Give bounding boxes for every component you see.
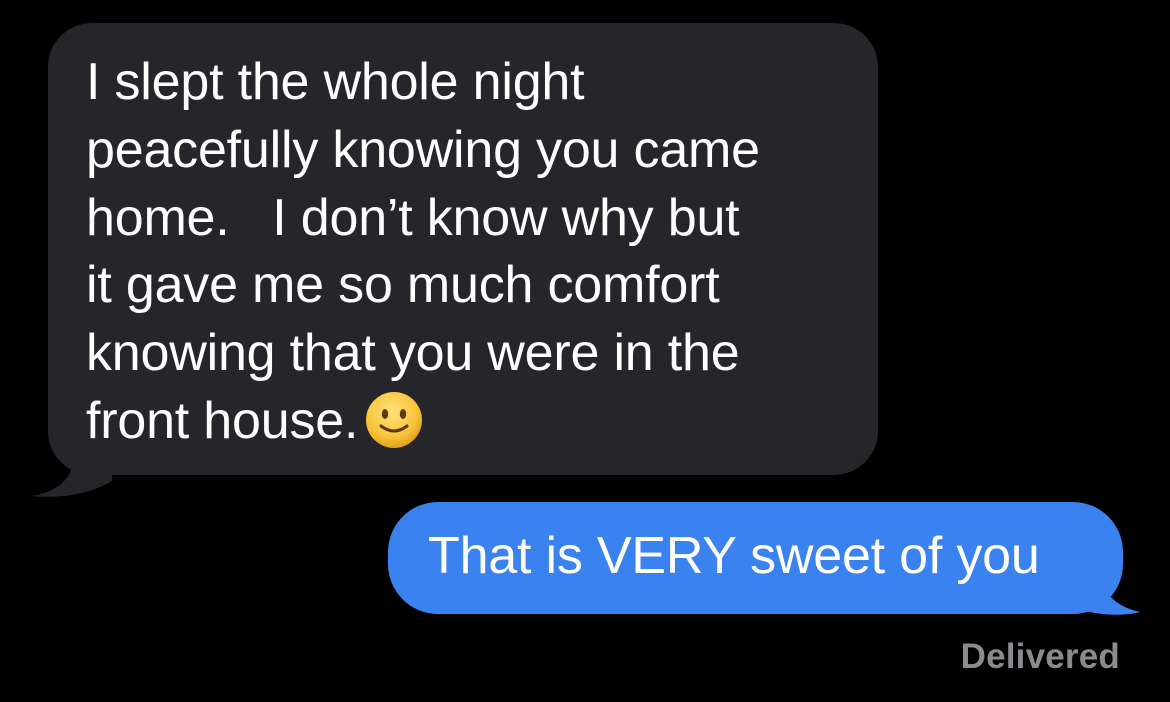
delivered-status: Delivered — [960, 637, 1120, 676]
outgoing-bubble: That is VERY sweet of you — [388, 502, 1123, 614]
incoming-line-6: front house. — [86, 388, 848, 456]
incoming-line-2: peacefully knowing you came — [86, 120, 760, 179]
outgoing-message[interactable]: That is VERY sweet of you — [388, 502, 1140, 616]
incoming-line-1: I slept the whole night — [86, 53, 585, 111]
incoming-line-4: it gave me so much comfort — [86, 256, 720, 315]
incoming-message-text: I slept the whole night peacefully knowin… — [86, 49, 848, 456]
incoming-line-5: knowing that you were in the — [86, 324, 740, 383]
message-thread: I slept the whole night peacefully knowin… — [0, 0, 1170, 702]
incoming-bubble: I slept the whole night peacefully knowin… — [48, 23, 878, 475]
slightly-smiling-face-icon — [366, 392, 423, 449]
incoming-line-3: home. I don’t know why but — [86, 188, 740, 247]
incoming-line-6-text: front house. — [86, 391, 359, 450]
incoming-message[interactable]: I slept the whole night peacefully knowin… — [32, 23, 878, 497]
outgoing-message-text: That is VERY sweet of you — [428, 527, 1040, 585]
